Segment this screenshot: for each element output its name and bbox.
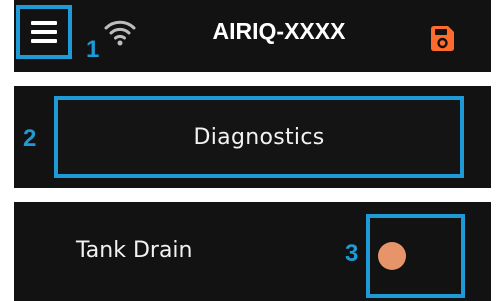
tank-drain-label: Tank Drain	[76, 238, 193, 263]
callout-number-1: 1	[86, 36, 100, 63]
diagnostics-button[interactable]: Diagnostics	[54, 96, 464, 178]
hamburger-menu-icon[interactable]	[14, 0, 74, 64]
page-title: AIRIQ-XXXX	[212, 18, 346, 44]
tank-drain-toggle[interactable]	[378, 242, 406, 270]
callout-number-3: 3	[345, 240, 359, 267]
callout-number-2: 2	[23, 125, 37, 152]
wifi-icon	[104, 20, 136, 46]
header-bar: 1 AIRIQ-XXXX	[14, 0, 491, 72]
diagnostics-button-label: Diagnostics	[193, 124, 325, 150]
diagnostics-panel: 2 Diagnostics	[14, 86, 491, 188]
save-icon[interactable]	[431, 26, 454, 51]
tank-drain-row: Tank Drain 3	[14, 202, 491, 301]
